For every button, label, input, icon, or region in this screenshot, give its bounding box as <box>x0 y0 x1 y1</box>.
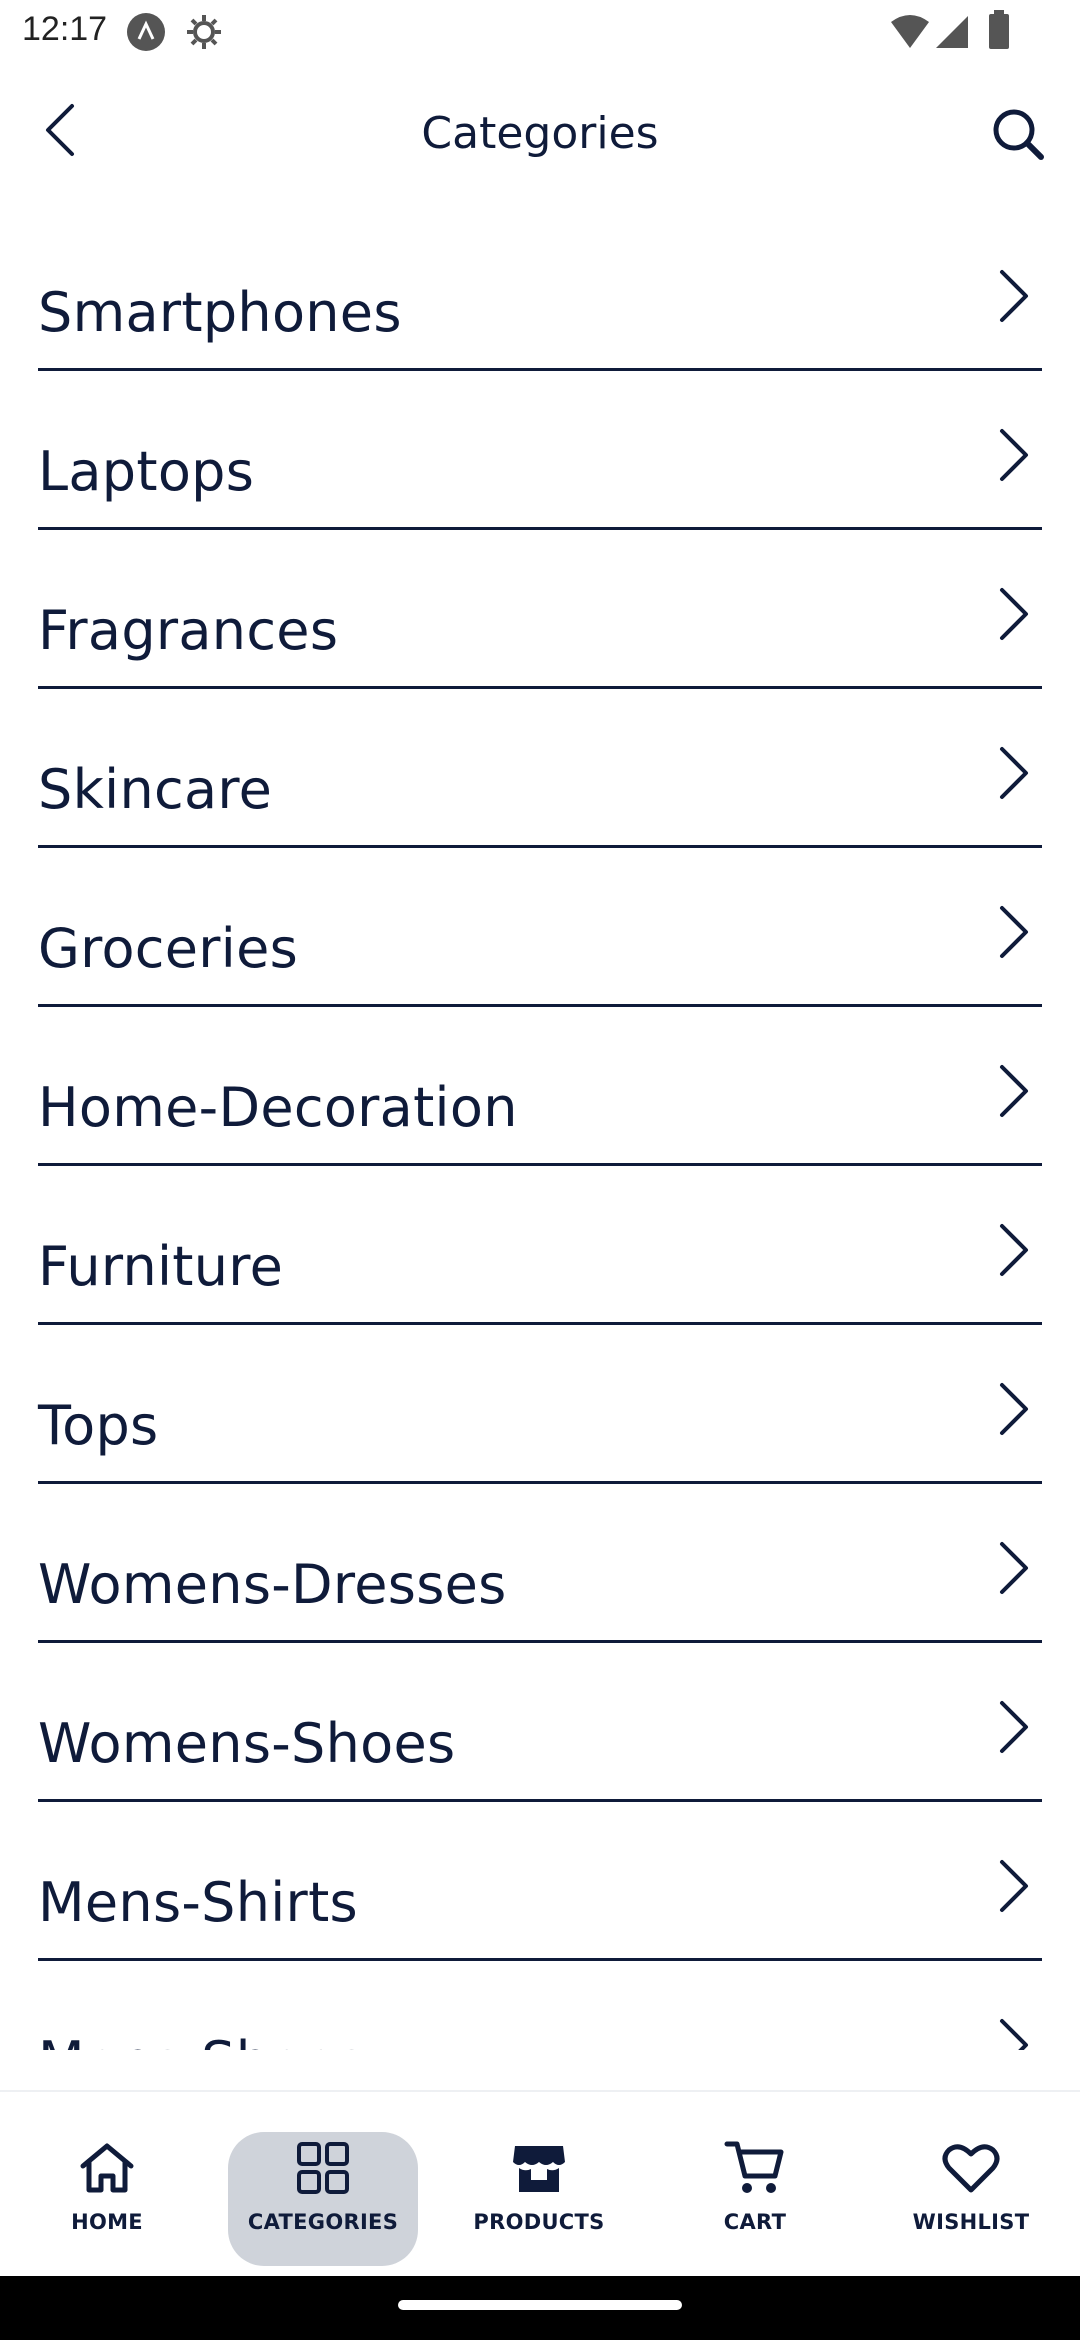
category-label: Fragrances <box>38 599 339 662</box>
category-item-tops[interactable]: Tops <box>38 1325 1042 1484</box>
app-bar: Categories <box>0 62 1080 212</box>
home-icon <box>80 2143 134 2193</box>
nav-label: CART <box>723 2210 787 2234</box>
category-item-groceries[interactable]: Groceries <box>38 848 1042 1007</box>
cart-icon <box>724 2141 784 2193</box>
search-icon <box>993 109 1044 160</box>
status-bar: 12:17 <box>0 0 1080 62</box>
chevron-right-icon <box>1000 429 1028 481</box>
nav-home[interactable]: HOME <box>12 2132 202 2266</box>
category-item-mens-shoes[interactable]: Mens-Shoes <box>38 1961 1042 2050</box>
nav-label: HOME <box>71 2210 143 2234</box>
chevron-right-icon <box>1000 906 1028 958</box>
category-label: Laptops <box>38 440 255 503</box>
category-list: Smartphones Laptops Fragrances Skincare … <box>0 212 1080 2050</box>
category-label: Smartphones <box>38 281 402 344</box>
chevron-right-icon <box>1000 1860 1028 1912</box>
chevron-right-icon <box>1000 2019 1028 2050</box>
category-item-skincare[interactable]: Skincare <box>38 689 1042 848</box>
gesture-bar <box>0 2276 1080 2340</box>
category-item-smartphones[interactable]: Smartphones <box>38 212 1042 371</box>
chevron-right-icon <box>1000 1224 1028 1276</box>
nav-label: PRODUCTS <box>473 2210 605 2234</box>
chevron-right-icon <box>1000 588 1028 640</box>
category-label: Home-Decoration <box>38 1076 518 1139</box>
nav-categories[interactable]: CATEGORIES <box>228 2132 418 2266</box>
category-label: Mens-Shirts <box>38 1871 358 1934</box>
settings-notification-icon <box>184 12 224 56</box>
status-time: 12:17 <box>22 10 108 48</box>
nav-label: WISHLIST <box>912 2210 1030 2234</box>
category-item-womens-shoes[interactable]: Womens-Shoes <box>38 1643 1042 1802</box>
category-label: Groceries <box>38 917 299 980</box>
category-item-fragrances[interactable]: Fragrances <box>38 530 1042 689</box>
home-gesture-handle[interactable] <box>398 2300 682 2310</box>
grid-icon <box>297 2142 349 2194</box>
chevron-right-icon <box>1000 1065 1028 1117</box>
category-item-mens-shirts[interactable]: Mens-Shirts <box>38 1802 1042 1961</box>
nav-products[interactable]: PRODUCTS <box>444 2132 634 2266</box>
heart-icon <box>942 2144 1000 2193</box>
store-icon <box>513 2146 565 2192</box>
wifi-icon <box>890 14 930 54</box>
category-item-laptops[interactable]: Laptops <box>38 371 1042 530</box>
page-title: Categories <box>421 108 659 159</box>
chevron-right-icon <box>1000 1383 1028 1435</box>
category-label: Tops <box>38 1394 159 1457</box>
chevron-right-icon <box>1000 1701 1028 1753</box>
category-item-womens-dresses[interactable]: Womens-Dresses <box>38 1484 1042 1643</box>
category-label: Furniture <box>38 1235 284 1298</box>
signal-icon <box>934 14 970 54</box>
chevron-right-icon <box>1000 747 1028 799</box>
search-button[interactable] <box>982 98 1054 170</box>
category-label: Womens-Dresses <box>38 1553 507 1616</box>
category-label: Mens-Shoes <box>38 2030 366 2050</box>
nav-cart[interactable]: CART <box>660 2132 850 2266</box>
app-notification-icon <box>126 12 166 56</box>
nav-label: CATEGORIES <box>247 2210 399 2234</box>
bottom-nav: HOME CATEGORIES PRODUCTS CART WISHLIST <box>0 2090 1080 2276</box>
battery-icon <box>988 10 1010 54</box>
category-item-furniture[interactable]: Furniture <box>38 1166 1042 1325</box>
chevron-right-icon <box>1000 1542 1028 1594</box>
nav-wishlist[interactable]: WISHLIST <box>876 2132 1066 2266</box>
chevron-right-icon <box>1000 270 1028 322</box>
category-item-home-decoration[interactable]: Home-Decoration <box>38 1007 1042 1166</box>
category-label: Womens-Shoes <box>38 1712 456 1775</box>
category-label: Skincare <box>38 758 273 821</box>
